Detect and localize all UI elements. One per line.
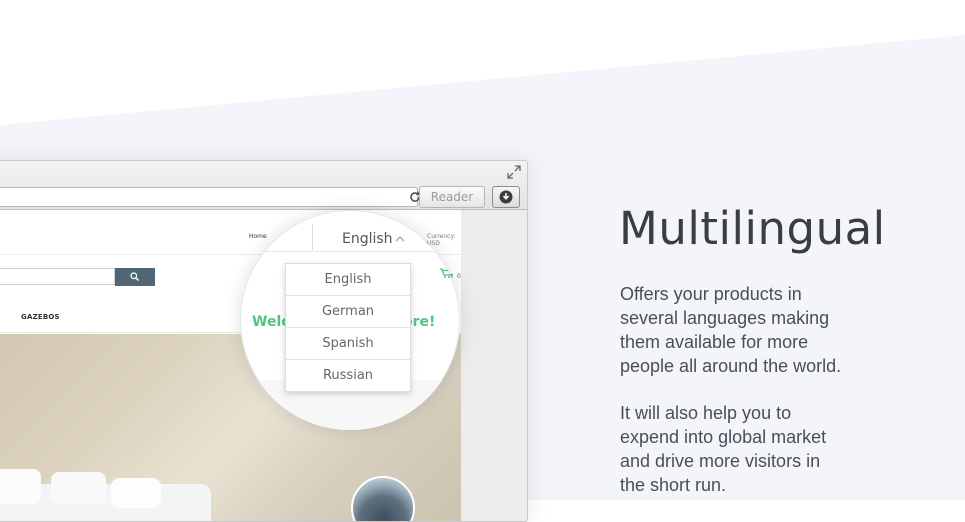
feature-description-1: Offers your products in several language… <box>620 282 950 378</box>
cart-icon[interactable] <box>440 268 452 278</box>
nav-home-link[interactable]: Home <box>249 233 267 240</box>
expand-icon[interactable] <box>507 165 521 179</box>
cart-count: 0 <box>454 270 458 277</box>
magnifier-header-line <box>240 251 460 252</box>
reader-button[interactable]: Reader <box>419 186 485 208</box>
chevron-down-icon <box>453 234 460 239</box>
description-line: It will also help you to <box>620 403 792 423</box>
language-option-german[interactable]: German <box>286 296 410 328</box>
download-icon <box>499 190 513 204</box>
language-option-spanish[interactable]: Spanish <box>286 328 410 360</box>
feature-description-2: It will also help you to expend into glo… <box>620 401 950 497</box>
magnifier-nav-text: h <box>240 231 249 247</box>
search-icon <box>130 272 139 281</box>
description-line: and drive more visitors in <box>620 451 821 471</box>
sofa-illustration <box>0 469 211 521</box>
language-option-russian[interactable]: Russian <box>286 360 410 391</box>
feature-headline: Multilingual <box>619 202 886 255</box>
description-line: several languages making <box>620 308 830 328</box>
hero-thumbnail <box>351 476 415 521</box>
chevron-up-icon <box>395 236 405 242</box>
download-button[interactable] <box>492 186 520 208</box>
description-line: expend into global market <box>620 427 827 447</box>
magnifier-divider <box>312 224 313 250</box>
language-option-english[interactable]: English <box>286 264 410 296</box>
description-line: them available for more <box>620 332 809 352</box>
description-line: the short run. <box>620 475 727 495</box>
address-bar[interactable] <box>0 187 418 207</box>
description-line: Offers your products in <box>620 284 802 304</box>
search-input[interactable] <box>0 268 115 285</box>
language-dropdown: English German Spanish Russian <box>285 263 411 392</box>
language-selector[interactable]: English <box>342 231 393 247</box>
nav-item-gazebos[interactable]: GAZEBOS <box>21 313 60 321</box>
description-line: people all around the world. <box>620 356 842 376</box>
search-button[interactable] <box>115 268 155 286</box>
